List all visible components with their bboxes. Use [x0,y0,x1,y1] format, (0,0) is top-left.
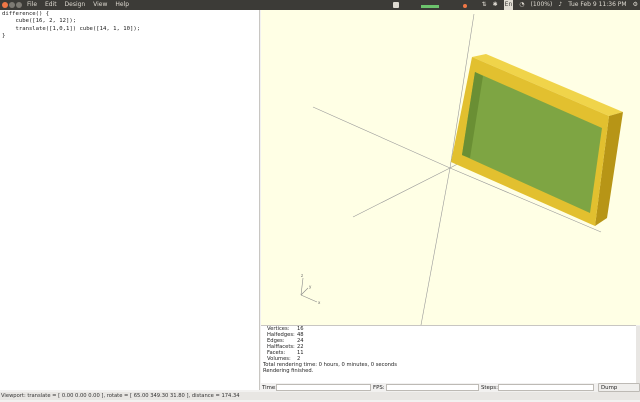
time-label: Time: [262,385,278,391]
3d-viewport[interactable]: x y z [261,10,640,325]
tray-app-icon[interactable] [393,2,399,8]
close-window-icon[interactable] [2,2,8,8]
wifi-icon[interactable]: ◔ [519,0,524,10]
record-indicator-icon [462,4,467,8]
fps-input[interactable] [386,384,479,391]
steps-label: Steps: [481,385,498,391]
menu-design[interactable]: Design [65,1,86,8]
status-bar: Viewport: translate = [ 0.00 0.00 0.00 ]… [0,392,640,400]
console-scrollbar[interactable] [636,326,640,383]
svg-text:z: z [301,273,303,278]
animation-toolbar: Time: FPS: Steps: Dump Pictures [261,383,640,400]
render-stats: Vertices: 16 Halfedges: 48 Edges: 24 Halffa… [261,326,636,362]
menu-edit[interactable]: Edit [45,1,57,8]
code-line: cube([16, 2, 12]); [2,18,77,25]
code-editor[interactable]: difference() { cube([16, 2, 12]); transl… [0,10,260,390]
axis-x-line [312,106,451,169]
code-line: translate([1,0,1]) cube([14, 1, 10]); [2,25,141,32]
menu-file[interactable]: File [27,1,37,8]
console-output[interactable]: Vertices: 16 Halfedges: 48 Edges: 24 Halffa… [261,325,640,383]
fps-label: FPS: [373,385,385,391]
3d-scene: x y z [300,13,623,325]
top-menu-bar: File Edit Design View Help ⇅ ✱ En ◔ (100… [0,0,640,10]
axis-gizmo: x y z [300,273,321,305]
axis-z-line [420,167,451,325]
system-tray: ⇅ ✱ En ◔ (100%) ♪ Tue Feb 9 11:36 PM ⚙ [482,0,638,10]
axis-y-line [352,167,451,218]
clock[interactable]: Tue Feb 9 11:36 PM [568,0,626,10]
time-input[interactable] [276,384,371,391]
network-icon[interactable]: ⇅ [482,0,487,10]
dump-pictures-button[interactable]: Dump Pictures [598,383,640,400]
steps-input[interactable] [498,384,594,391]
minimize-window-icon[interactable] [9,2,15,8]
bluetooth-icon[interactable]: ✱ [493,0,498,10]
volume-icon[interactable]: ♪ [558,0,562,10]
maximize-window-icon[interactable] [16,2,22,8]
menu-help[interactable]: Help [115,1,129,8]
code-line: } [2,33,6,40]
menu-bar: File Edit Design View Help [27,0,135,10]
render-finished-text: Rendering finished. [263,368,314,374]
svg-text:x: x [318,300,321,305]
keyboard-icon[interactable]: En [503,0,514,10]
settings-gear-icon[interactable]: ⚙ [633,0,638,10]
code-line: difference() { [2,11,50,17]
menu-view[interactable]: View [93,1,107,8]
svg-text:y: y [309,284,312,289]
progress-indicator [420,5,439,8]
battery-status[interactable]: (100%) [531,0,553,10]
